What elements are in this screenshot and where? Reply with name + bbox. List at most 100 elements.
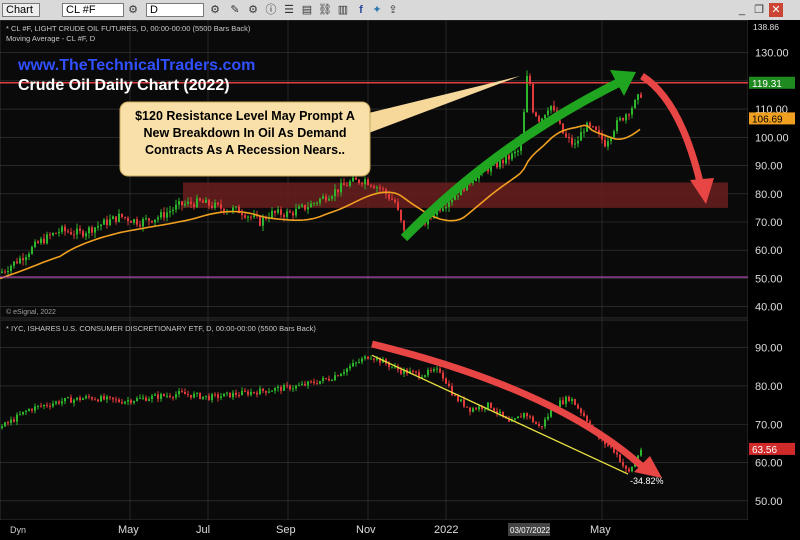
iyc-candle: [559, 400, 561, 407]
oil-candle: [214, 202, 216, 209]
iyc-candle: [472, 408, 474, 412]
iyc-candle: [118, 399, 120, 403]
oil-candle: [76, 228, 78, 235]
iyc-candle: [151, 395, 153, 400]
iyc-candle: [310, 381, 312, 383]
oil-candle: [457, 195, 459, 197]
iyc-candle: [112, 397, 114, 400]
settings-icon[interactable]: ⚙: [246, 3, 260, 17]
iyc-candle: [4, 422, 6, 427]
close-icon[interactable]: ✕: [769, 3, 783, 17]
oil-candle: [205, 199, 207, 203]
iyc-candle: [460, 399, 462, 402]
oil-candle: [295, 208, 297, 216]
info-icon[interactable]: ⓘ: [264, 3, 278, 17]
oil-candle: [313, 203, 315, 205]
iyc-candle: [127, 400, 129, 402]
iyc-candle: [61, 401, 63, 404]
rows-icon[interactable]: ☰: [282, 3, 296, 17]
iyc-candle: [562, 400, 564, 404]
iyc-candle: [364, 356, 366, 359]
oil-candle: [196, 198, 198, 208]
iyc-candle: [439, 368, 441, 373]
iyc-candle: [367, 356, 369, 360]
iyc-candle: [313, 381, 315, 384]
interval-settings-icon[interactable]: ⚙: [208, 3, 222, 17]
iyc-candle: [415, 371, 417, 373]
oil-candle: [148, 218, 150, 221]
oil-candle: [247, 216, 249, 218]
facebook-icon[interactable]: f: [354, 3, 368, 17]
oil-candle: [43, 238, 45, 244]
iyc-candle: [538, 424, 540, 427]
iyc-candle: [124, 401, 126, 404]
oil-candle: [1, 271, 3, 273]
iyc-candle: [160, 394, 162, 399]
iyc-candle: [292, 388, 294, 390]
oil-candle: [262, 217, 264, 226]
iyc-candle: [241, 390, 243, 396]
oil-candle: [334, 189, 336, 197]
iyc-candle: [283, 385, 285, 391]
watermark: www.TheTechnicalTraders.com: [17, 57, 255, 74]
oil-candle: [316, 202, 318, 204]
oil-candle: [553, 105, 555, 111]
app-label[interactable]: Chart: [2, 3, 40, 17]
oil-candle: [613, 131, 615, 138]
oil-candle: [85, 233, 87, 237]
interval-value: D: [150, 4, 158, 16]
minimize-icon[interactable]: _: [735, 3, 749, 17]
iyc-candle: [268, 391, 270, 393]
oil-candle: [100, 224, 102, 227]
iyc-candle: [46, 404, 48, 406]
copyright: © eSignal, 2022: [6, 308, 56, 316]
iyc-candle: [304, 383, 306, 386]
oil-candle: [526, 75, 528, 113]
restore-icon[interactable]: ❐: [752, 3, 766, 17]
twitter-icon[interactable]: ✦: [370, 3, 384, 17]
interval-input[interactable]: D: [146, 3, 204, 17]
oil-header: * CL #F, LIGHT CRUDE OIL FUTURES, D, 00:…: [6, 24, 251, 33]
oil-candle: [184, 203, 186, 206]
iyc-candle: [16, 414, 18, 422]
oil-candle: [121, 213, 123, 217]
iyc-candle: [175, 394, 177, 398]
oil-candle: [70, 232, 72, 235]
oil-candle: [607, 141, 609, 147]
iyc-candle: [40, 405, 42, 407]
oil-candle: [250, 216, 252, 218]
x-label-2022: 2022: [434, 524, 458, 536]
iyc-candle: [211, 394, 213, 401]
iyc-candle: [232, 392, 234, 398]
iyc-candle: [331, 380, 333, 382]
iyc-candle: [259, 388, 261, 395]
iyc-candle: [631, 466, 633, 472]
oil-candle: [37, 241, 39, 244]
chart-icon[interactable]: ▤: [300, 3, 314, 17]
symbol-input[interactable]: CL #F: [62, 3, 124, 17]
iyc-candle: [640, 449, 642, 456]
oil-candle: [319, 198, 321, 203]
link-icon[interactable]: ⛓: [318, 3, 332, 17]
iyc-candle: [448, 383, 450, 387]
oil-candle: [397, 202, 399, 210]
iyc-candle: [154, 394, 156, 396]
oil-candle: [580, 132, 582, 141]
iyc-candle: [307, 381, 309, 386]
pencil-icon[interactable]: ✎: [228, 3, 242, 17]
oil-candle: [154, 219, 156, 223]
x-label-may: May: [118, 524, 139, 536]
iyc-candle: [31, 409, 33, 411]
oil-candle: [124, 216, 126, 218]
oil-candle: [187, 201, 189, 204]
oil-candle: [277, 209, 279, 213]
iyc-candle: [454, 395, 456, 397]
iyc-candle: [475, 408, 477, 410]
oil-candle: [445, 206, 447, 209]
oil-candle: [151, 220, 153, 223]
iyc-last-price: 63.56: [752, 445, 777, 456]
symbol-settings-icon[interactable]: ⚙: [126, 3, 140, 17]
iyc-candle: [484, 408, 486, 410]
chart-type-icon[interactable]: ▥: [336, 3, 350, 17]
share-icon[interactable]: ⇪: [386, 3, 400, 17]
